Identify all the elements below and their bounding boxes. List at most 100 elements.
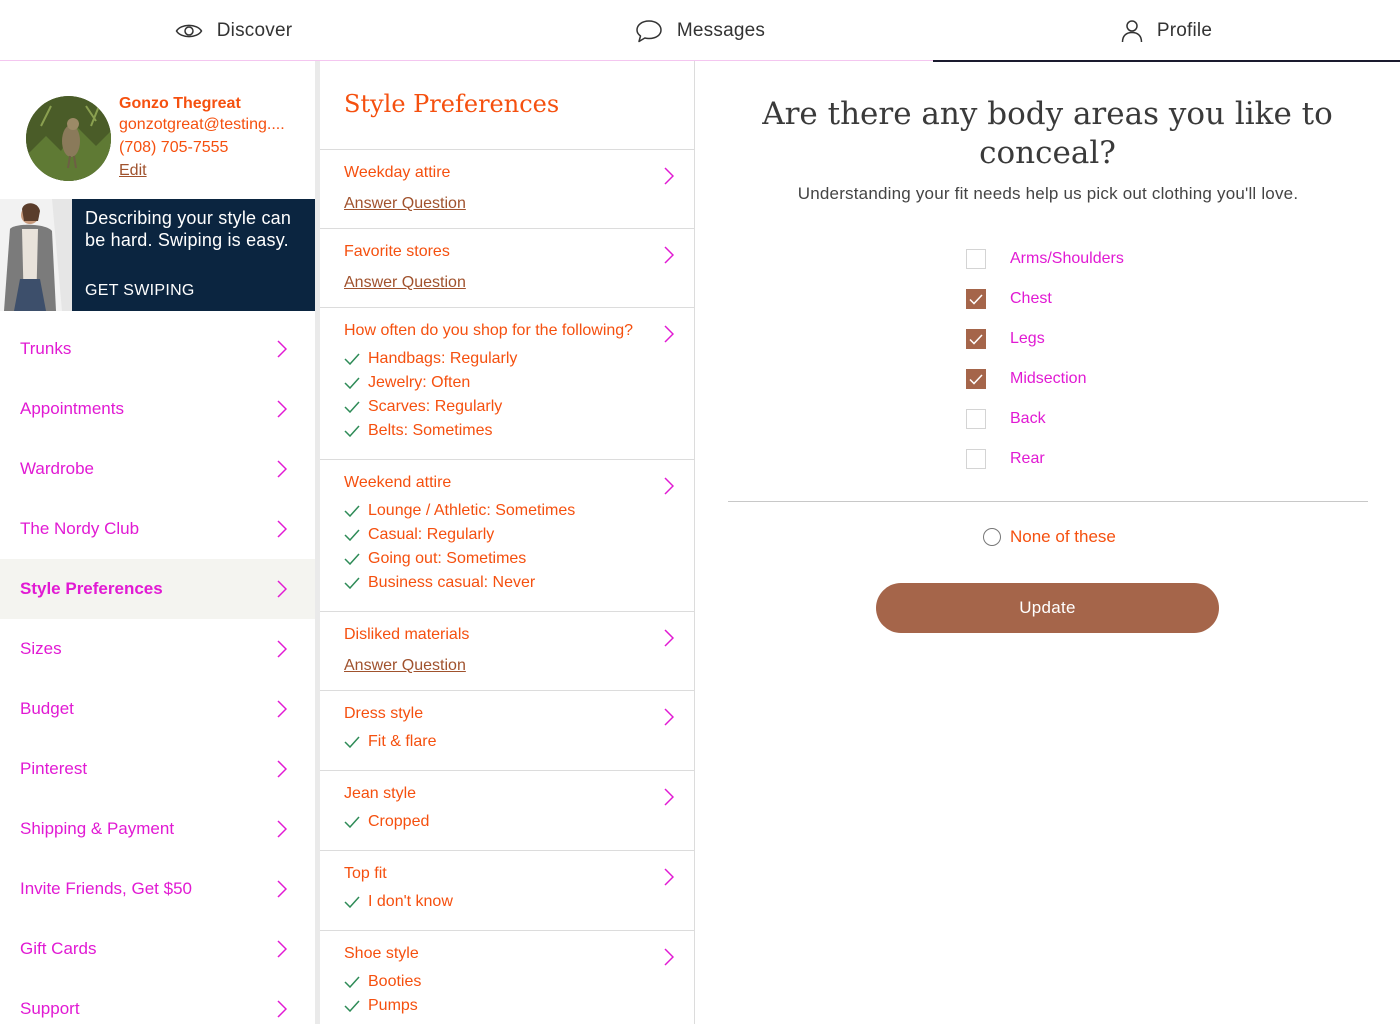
- get-swiping-button[interactable]: GET SWIPING: [85, 282, 195, 300]
- edit-profile-link[interactable]: Edit: [119, 162, 147, 180]
- answer-item: Going out: Sometimes: [344, 547, 654, 571]
- question-top-fit[interactable]: Top fit I don't know: [320, 851, 694, 931]
- question-title: Favorite stores: [344, 243, 450, 260]
- chevron-right-icon: [277, 940, 287, 958]
- checkmark-icon: [344, 1000, 360, 1012]
- checkmark-icon: [969, 373, 983, 385]
- option-rear[interactable]: Rear: [966, 449, 1045, 469]
- swipe-promo-banner[interactable]: Describing your style can be hard. Swipi…: [0, 199, 315, 311]
- question-weekday-attire[interactable]: Weekday attire Answer Question: [320, 150, 694, 229]
- menu-item-shipping-payment[interactable]: Shipping & Payment: [0, 799, 315, 859]
- question-title: How often do you shop for the following?: [344, 322, 634, 339]
- chat-bubble-icon: [636, 19, 662, 42]
- question-disliked-materials[interactable]: Disliked materials Answer Question: [320, 612, 694, 691]
- option-back[interactable]: Back: [966, 409, 1046, 429]
- chevron-right-icon: [664, 788, 674, 806]
- checkmark-icon: [344, 896, 360, 908]
- answer-item: Casual: Regularly: [344, 523, 654, 547]
- chevron-right-icon: [277, 460, 287, 478]
- option-label: Back: [1010, 410, 1046, 427]
- answer-question-link[interactable]: Answer Question: [344, 275, 654, 291]
- checkmark-icon: [344, 401, 360, 413]
- checkbox[interactable]: [966, 409, 986, 429]
- tab-messages-label: Messages: [676, 19, 766, 41]
- answer-text: Fit & flare: [368, 733, 437, 750]
- none-of-these-option[interactable]: None of these: [983, 527, 1116, 547]
- style-preferences-list: Style Preferences Weekday attire Answer …: [320, 61, 694, 1024]
- menu-item-sizes[interactable]: Sizes: [0, 619, 315, 679]
- menu-item-support[interactable]: Support: [0, 979, 315, 1024]
- option-legs[interactable]: Legs: [966, 329, 1045, 349]
- radio-button[interactable]: [983, 528, 1001, 546]
- question-dress-style[interactable]: Dress style Fit & flare: [320, 691, 694, 771]
- chevron-right-icon: [277, 580, 287, 598]
- checkmark-icon: [969, 333, 983, 345]
- section-title: Style Preferences: [320, 61, 694, 150]
- chevron-right-icon: [664, 477, 674, 495]
- question-title: Top fit: [344, 865, 387, 882]
- question-title: Dress style: [344, 705, 424, 722]
- answer-text: Business casual: Never: [368, 574, 536, 591]
- answer-item: I don't know: [344, 890, 654, 914]
- chevron-right-icon: [664, 948, 674, 966]
- option-arms-shoulders[interactable]: Arms/Shoulders: [966, 249, 1124, 269]
- tab-messages[interactable]: Messages: [467, 0, 933, 61]
- checkbox[interactable]: [966, 289, 986, 309]
- answer-question-link[interactable]: Answer Question: [344, 196, 654, 212]
- question-jean-style[interactable]: Jean style Cropped: [320, 771, 694, 851]
- menu-item-label: Wardrobe: [20, 459, 95, 478]
- user-email: gonzotgreat@testing....: [119, 116, 285, 133]
- question-panel: Are there any body areas you like to con…: [695, 61, 1400, 1024]
- user-name: Gonzo Thegreat: [119, 95, 241, 112]
- chevron-right-icon: [664, 246, 674, 264]
- menu-item-gift-cards[interactable]: Gift Cards: [0, 919, 315, 979]
- menu-item-trunks[interactable]: Trunks: [0, 319, 315, 379]
- checkmark-icon: [344, 505, 360, 517]
- chevron-right-icon: [277, 1000, 287, 1018]
- menu-item-budget[interactable]: Budget: [0, 679, 315, 739]
- checkmark-icon: [344, 353, 360, 365]
- answer-text: Cropped: [368, 813, 430, 830]
- menu-item-wardrobe[interactable]: Wardrobe: [0, 439, 315, 499]
- option-midsection[interactable]: Midsection: [966, 369, 1086, 389]
- question-subtitle: Understanding your fit needs help us pic…: [797, 184, 1299, 203]
- tab-profile[interactable]: Profile: [933, 0, 1400, 62]
- option-chest[interactable]: Chest: [966, 289, 1052, 309]
- top-navigation: Discover Messages Profile: [0, 0, 1400, 62]
- question-shop-frequency[interactable]: How often do you shop for the following?…: [320, 308, 694, 460]
- menu-item-label: Appointments: [20, 399, 124, 418]
- question-shoe-style[interactable]: Shoe style Booties Pumps: [320, 931, 694, 1024]
- menu-item-label: Gift Cards: [20, 939, 97, 958]
- menu-item-style-preferences[interactable]: Style Preferences: [0, 559, 315, 619]
- chevron-right-icon: [277, 700, 287, 718]
- menu-item-label: Trunks: [20, 339, 72, 358]
- checkbox[interactable]: [966, 249, 986, 269]
- answer-text: Going out: Sometimes: [368, 550, 527, 567]
- chevron-right-icon: [277, 340, 287, 358]
- menu-item-nordy-club[interactable]: The Nordy Club: [0, 499, 315, 559]
- menu-item-invite-friends[interactable]: Invite Friends, Get $50: [0, 859, 315, 919]
- update-button[interactable]: Update: [876, 583, 1219, 633]
- question-favorite-stores[interactable]: Favorite stores Answer Question: [320, 229, 694, 308]
- chevron-right-icon: [664, 708, 674, 726]
- answer-item: Business casual: Never: [344, 571, 654, 595]
- menu-item-appointments[interactable]: Appointments: [0, 379, 315, 439]
- tab-discover[interactable]: Discover: [0, 0, 467, 61]
- chevron-right-icon: [277, 820, 287, 838]
- checkbox[interactable]: [966, 329, 986, 349]
- question-title: Weekend attire: [344, 474, 452, 491]
- answer-item: Jewelry: Often: [344, 371, 654, 395]
- answer-question-link[interactable]: Answer Question: [344, 658, 654, 674]
- checkbox[interactable]: [966, 369, 986, 389]
- answer-text: Lounge / Athletic: Sometimes: [368, 502, 576, 519]
- chevron-right-icon: [664, 167, 674, 185]
- menu-item-pinterest[interactable]: Pinterest: [0, 739, 315, 799]
- question-weekend-attire[interactable]: Weekend attire Lounge / Athletic: Someti…: [320, 460, 694, 612]
- option-label: Midsection: [1010, 370, 1087, 387]
- answer-item: Pumps: [344, 994, 654, 1018]
- chevron-right-icon: [664, 868, 674, 886]
- checkmark-icon: [344, 553, 360, 565]
- answer-text: Pumps: [368, 997, 418, 1014]
- menu-item-label: Pinterest: [20, 759, 88, 778]
- checkbox[interactable]: [966, 449, 986, 469]
